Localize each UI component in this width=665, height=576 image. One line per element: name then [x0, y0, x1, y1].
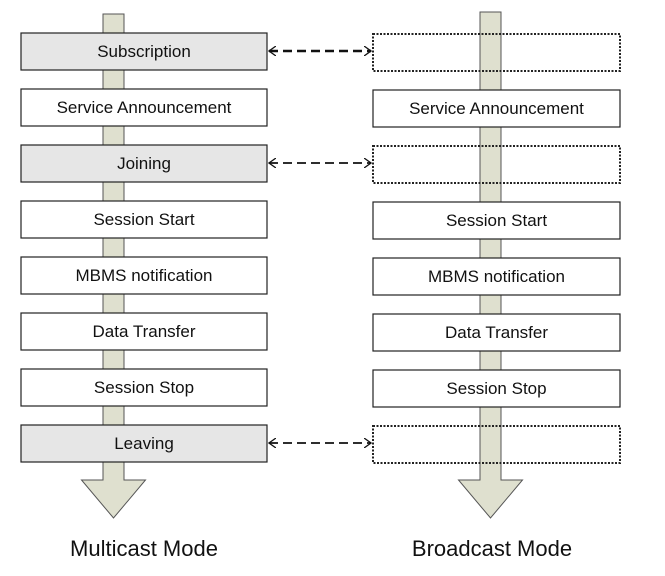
step-label: Service Announcement [57, 98, 232, 117]
multicast-column: Subscription Service Announcement Joining S… [20, 13, 268, 519]
step-label: MBMS notification [428, 267, 565, 286]
step-label: Data Transfer [93, 322, 196, 341]
step-box: MBMS notification [20, 256, 268, 295]
step-box: Service Announcement [372, 89, 621, 128]
step-box: Data Transfer [372, 313, 621, 352]
step-box: Subscription [20, 32, 268, 71]
step-label: Joining [117, 154, 171, 173]
step-label: Leaving [114, 434, 174, 453]
step-label: Subscription [97, 42, 191, 61]
broadcast-mode-title: Broadcast Mode [412, 536, 572, 561]
step-box: MBMS notification [372, 257, 621, 296]
step-box: Session Stop [20, 368, 268, 407]
correspondence-links [269, 51, 371, 443]
mbms-phases-diagram: Subscription Service Announcement Joining S… [20, 11, 621, 561]
step-box: Leaving [20, 424, 268, 463]
step-label: Session Stop [94, 378, 194, 397]
step-label: Session Start [93, 210, 194, 229]
step-label: MBMS notification [76, 266, 213, 285]
broadcast-column: Service Announcement Session Start MBMS no… [372, 11, 621, 519]
step-label: Service Announcement [409, 99, 584, 118]
step-box: Session Start [372, 201, 621, 240]
step-box: Session Start [20, 200, 268, 239]
step-box: Data Transfer [20, 312, 268, 351]
step-box: Joining [20, 144, 268, 183]
step-label: Data Transfer [445, 323, 548, 342]
step-label: Session Start [446, 211, 547, 230]
step-box: Service Announcement [20, 88, 268, 127]
step-box: Session Stop [372, 369, 621, 408]
multicast-mode-title: Multicast Mode [70, 536, 218, 561]
step-label: Session Stop [446, 379, 546, 398]
